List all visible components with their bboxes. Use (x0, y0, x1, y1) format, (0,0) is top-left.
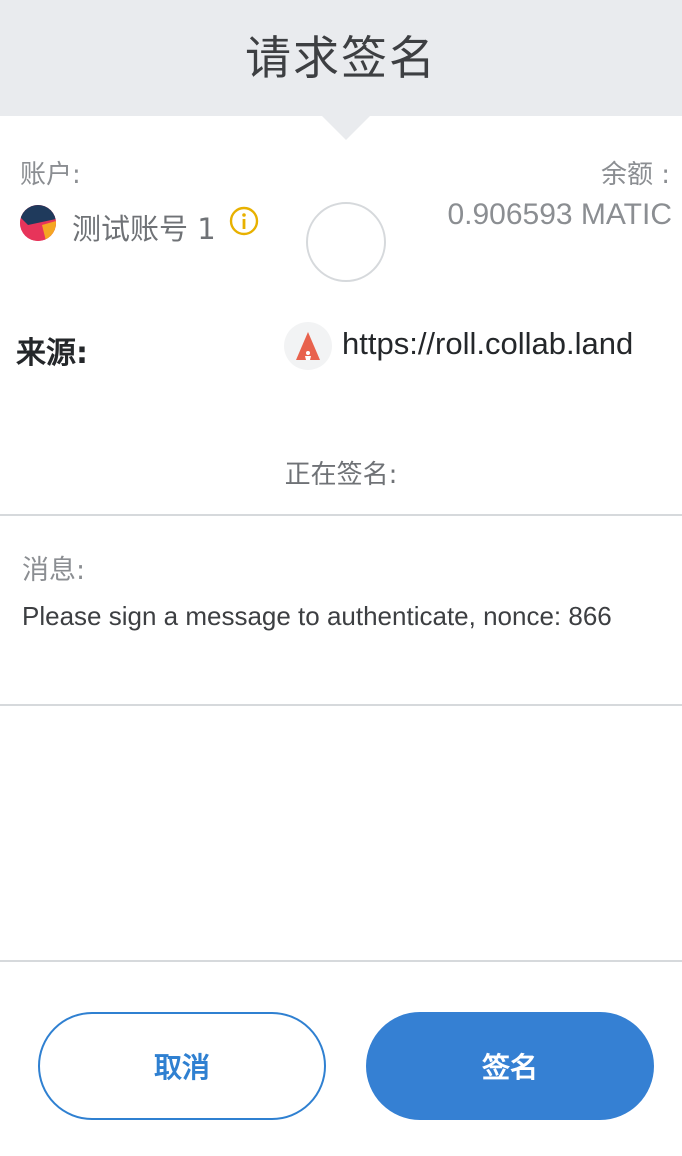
origin-label: 来源: (16, 336, 88, 371)
collab-land-icon (284, 322, 332, 370)
connection-circle (306, 202, 386, 282)
info-icon[interactable] (229, 206, 259, 236)
divider (0, 704, 682, 706)
message-label: 消息: (22, 555, 86, 586)
divider (0, 514, 682, 516)
header: 请求签名 (0, 0, 682, 116)
account-avatar (20, 205, 56, 241)
balance-label: 余额 : (600, 160, 670, 190)
account-label: 账户: (20, 160, 81, 190)
header-caret (322, 116, 370, 140)
divider (0, 960, 682, 962)
signing-label: 正在签名: (284, 460, 398, 490)
message-text: Please sign a message to authenticate, n… (22, 601, 612, 631)
origin-url: https://roll.collab.land (342, 326, 634, 361)
cancel-button[interactable]: 取消 (38, 1012, 326, 1120)
sign-button[interactable]: 签名 (366, 1012, 654, 1120)
account-name: 测试账号 1 (72, 212, 216, 246)
page-title: 请求签名 (245, 31, 437, 85)
balance-value: 0.906593 MATIC (447, 198, 672, 231)
